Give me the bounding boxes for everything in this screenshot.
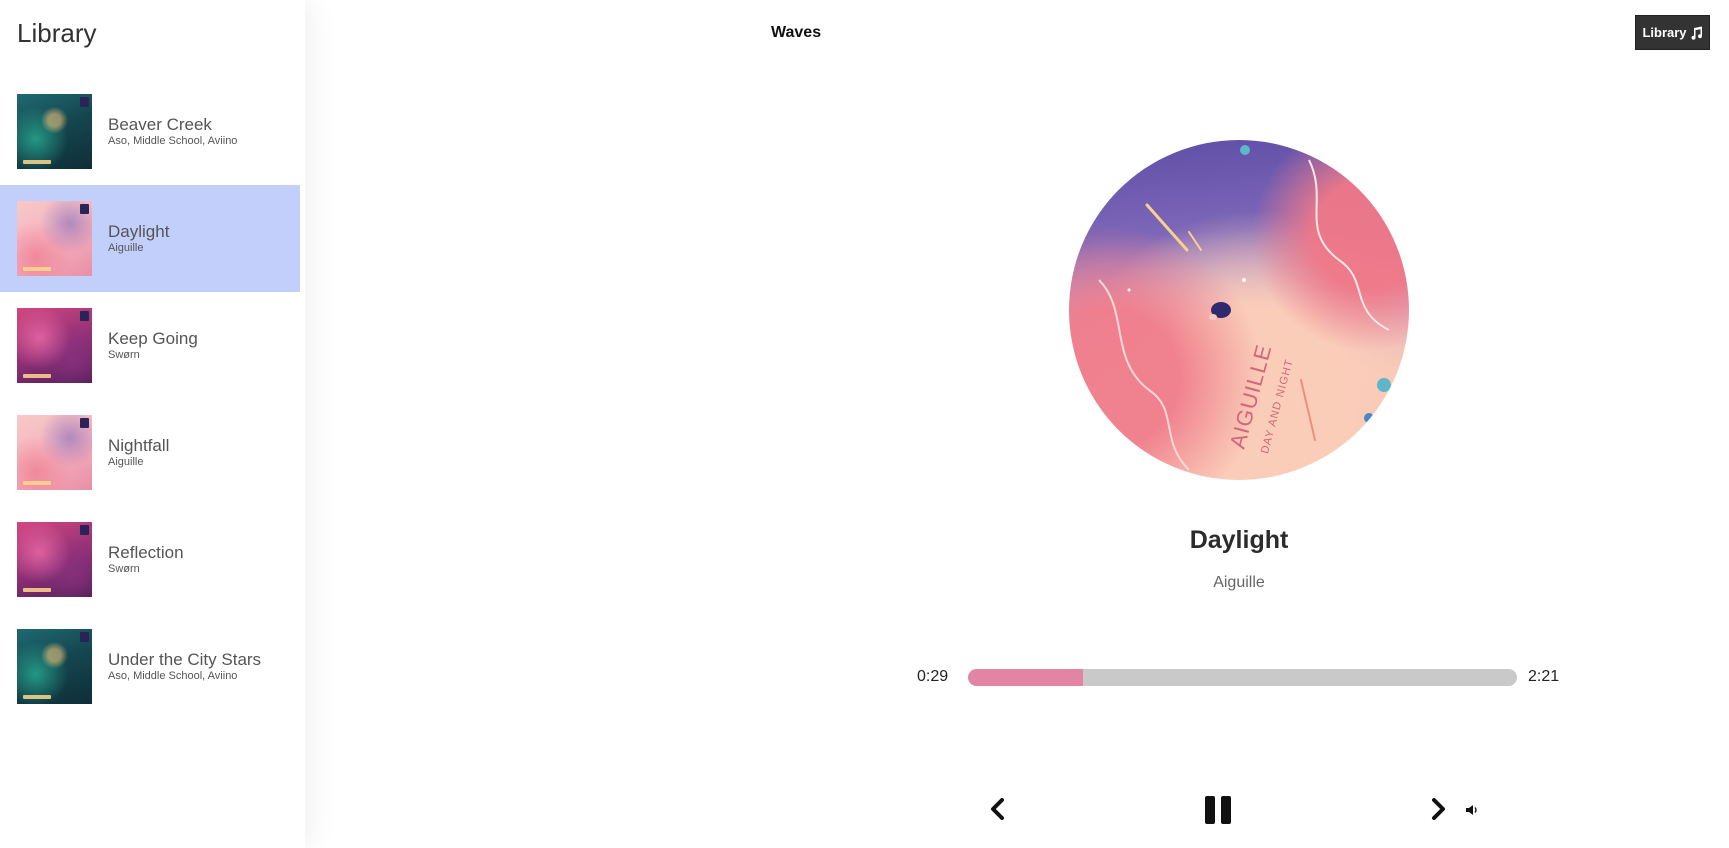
cover-label-badge (80, 311, 89, 321)
song-cover-image (17, 415, 92, 490)
chevron-left-icon (991, 798, 1004, 820)
cover-caption-mark (23, 267, 51, 271)
song-cover-image (17, 201, 92, 276)
cover-caption-mark (23, 481, 51, 485)
song-list-item[interactable]: Nightfall Aiguille (0, 399, 300, 506)
song-list-item[interactable]: Reflection Swørn (0, 506, 300, 613)
song-cover-image (17, 94, 92, 169)
volume-button[interactable] (1464, 802, 1480, 818)
song-artist: Aso, Middle School, Aviino (108, 670, 238, 682)
play-pause-button[interactable] (1203, 794, 1233, 826)
cover-label-badge (80, 418, 89, 428)
cover-label-badge (80, 204, 89, 214)
song-list-item[interactable]: Beaver Creek Aso, Middle School, Aviino (0, 78, 300, 185)
cover-label-badge (80, 97, 89, 107)
sidebar-title: Library (17, 18, 97, 48)
song-title: Reflection (108, 543, 184, 562)
song-list: Beaver Creek Aso, Middle School, Aviino Da… (0, 78, 300, 720)
cover-caption-mark (23, 160, 51, 164)
cover-caption-mark (23, 695, 51, 699)
song-text: Reflection Swørn (108, 543, 184, 576)
track-artist: Aiguille (1213, 574, 1265, 591)
song-text: Under the City Stars Aso, Middle School, … (108, 650, 261, 683)
track-title: Daylight (1189, 526, 1289, 554)
track-duration: 2:21 (1528, 668, 1560, 685)
song-cover-image (17, 308, 92, 383)
progress-fill (968, 669, 1084, 686)
song-artist: Aiguille (108, 456, 144, 468)
album-art: AIGUILLE DAY AND NIGHT (1069, 140, 1409, 480)
next-track-button[interactable] (1427, 797, 1451, 821)
song-text: Daylight Aiguille (108, 222, 169, 255)
music-player-app: Library Beaver Creek Aso, Middle School, … (0, 0, 1729, 848)
progress-bar[interactable] (968, 669, 1517, 686)
song-title: Daylight (108, 222, 170, 241)
app-brand: Waves (771, 24, 822, 41)
cover-label-badge (80, 632, 89, 642)
song-title: Nightfall (108, 436, 170, 455)
song-text: Keep Going Swørn (108, 329, 198, 362)
cover-caption-mark (23, 588, 51, 592)
song-artist: Aiguille (108, 242, 144, 254)
chevron-right-icon (1432, 798, 1445, 820)
pause-icon (1205, 796, 1231, 824)
song-cover-image (17, 629, 92, 704)
cover-caption-mark (23, 374, 51, 378)
song-title: Keep Going (108, 329, 198, 348)
library-toggle-button[interactable]: Library (1635, 15, 1710, 50)
song-list-item[interactable]: Keep Going Swørn (0, 292, 300, 399)
music-note-icon (1691, 26, 1702, 40)
previous-track-button[interactable] (985, 797, 1009, 821)
song-cover-image (17, 522, 92, 597)
song-artist: Aso, Middle School, Aviino (108, 135, 238, 147)
song-artist: Swørn (108, 563, 140, 575)
song-artist: Swørn (108, 349, 140, 361)
song-list-item[interactable]: Daylight Aiguille (0, 185, 300, 292)
current-time: 0:29 (917, 668, 949, 685)
library-button-label: Library (1642, 25, 1687, 40)
song-text: Beaver Creek Aso, Middle School, Aviino (108, 115, 237, 148)
song-title: Under the City Stars (108, 650, 262, 669)
song-title: Beaver Creek (108, 115, 212, 134)
cover-label-badge (80, 525, 89, 535)
library-sidebar: Library Beaver Creek Aso, Middle School, … (0, 0, 305, 848)
song-list-item[interactable]: Under the City Stars Aso, Middle School, … (0, 613, 300, 720)
album-art-illustration: AIGUILLE DAY AND NIGHT (1098, 145, 1391, 471)
volume-icon (1466, 805, 1477, 815)
song-text: Nightfall Aiguille (108, 436, 169, 469)
